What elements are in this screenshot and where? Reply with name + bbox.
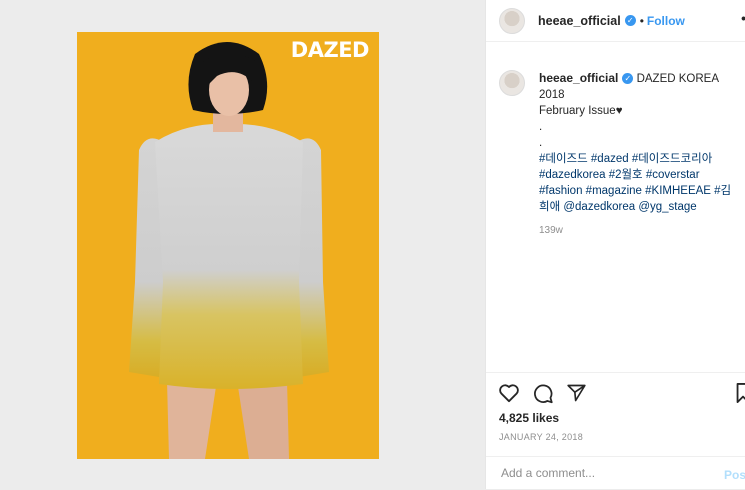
separator-dot: • [639, 13, 644, 28]
hashtag-line[interactable]: #fashion #magazine #KIMHEEAE #김 [539, 183, 739, 199]
hashtag-line[interactable]: #dazedkorea #2월호 #coverstar [539, 167, 739, 183]
hashtag-line[interactable]: #데이즈드 #dazed #데이즈드코리아 [539, 151, 739, 167]
hashtag-line[interactable]: 희애 @dazedkorea @yg_stage [539, 199, 739, 215]
caption-body: heeae_official ✓ DAZED KOREA 2018 Februar… [539, 70, 739, 239]
heart-icon[interactable] [498, 383, 520, 403]
avatar[interactable] [499, 7, 525, 34]
verified-badge-icon: ✓ [624, 15, 636, 26]
comment-icon[interactable] [532, 383, 554, 404]
follow-button[interactable]: Follow [647, 14, 685, 28]
caption-text-line2: February Issue♥ [539, 105, 623, 117]
caption: heeae_official ✓ DAZED KOREA 2018 Februar… [499, 70, 739, 239]
hashtags: #데이즈드 #dazed #데이즈드코리아 #dazedkorea #2월호 #… [539, 151, 739, 215]
share-icon[interactable] [566, 383, 587, 403]
post-comment-button[interactable]: Pos [724, 468, 745, 482]
verified-badge-icon: ✓ [622, 73, 634, 85]
post-side-panel: heeae_official ✓ • Follow • heeae_offici… [485, 0, 745, 489]
magazine-logo: DAZED [290, 38, 370, 62]
caption-username[interactable]: heeae_official [539, 71, 618, 85]
bookmark-icon[interactable] [736, 383, 745, 403]
action-bar [486, 372, 745, 413]
post-image[interactable]: DAZED [77, 32, 379, 459]
header-username[interactable]: heeae_official [538, 14, 621, 28]
caption-avatar[interactable] [499, 70, 525, 96]
comment-bar: Pos [486, 456, 745, 490]
caption-dot: . [539, 121, 543, 133]
comment-input[interactable] [499, 465, 703, 481]
more-options-icon[interactable]: • [741, 10, 745, 26]
post-date[interactable]: JANUARY 24, 2018 [499, 432, 583, 442]
post-header: heeae_official ✓ • Follow • [486, 0, 745, 42]
caption-dot: . [539, 137, 543, 149]
cover-photo [77, 32, 379, 459]
likes-count[interactable]: 4,825 likes [499, 411, 559, 425]
time-ago[interactable]: 139w [539, 223, 739, 239]
